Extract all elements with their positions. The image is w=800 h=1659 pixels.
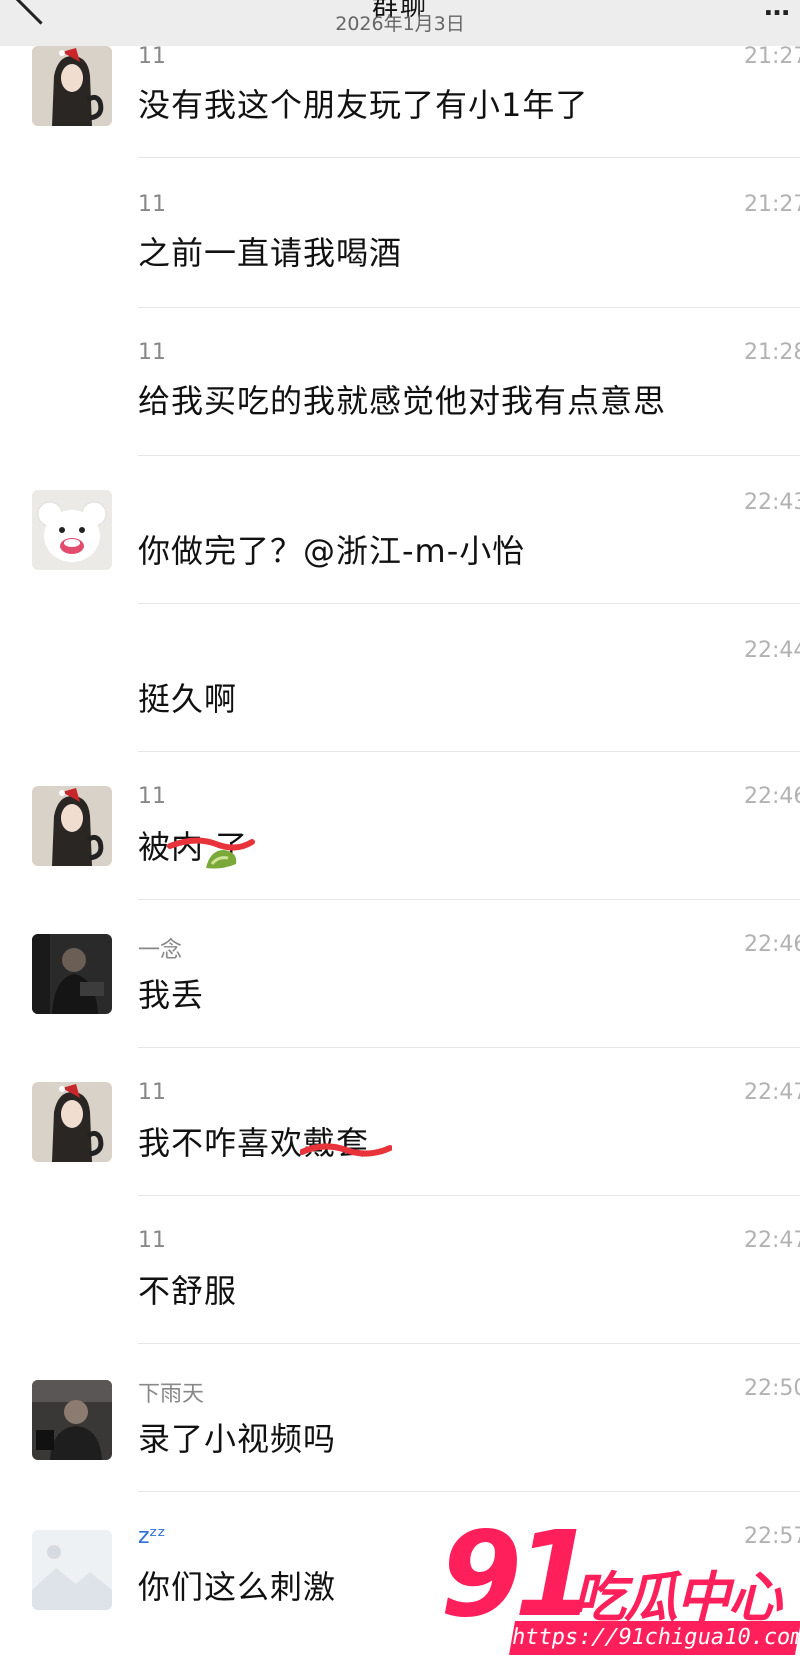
message-time: 21:28: [744, 340, 800, 365]
message-time: 21:27: [744, 44, 800, 69]
message-text: 录了小视频吗: [138, 1420, 337, 1458]
list-item[interactable]: 11 21:28 给我买吃的我就感觉他对我有点意思: [0, 308, 800, 456]
sender-name: 11: [138, 192, 166, 217]
avatar[interactable]: [32, 490, 112, 570]
list-item[interactable]: 22:44 挺久啊: [0, 604, 800, 752]
watermark-url: https://91chigua10.com: [509, 1621, 800, 1655]
sender-name: 11: [138, 44, 166, 69]
sender-name: 一念: [138, 938, 183, 963]
avatar[interactable]: [32, 786, 112, 866]
list-item[interactable]: 11 22:46 被内 了: [0, 752, 800, 900]
message-time: 22:46: [744, 784, 800, 809]
message-time: 22:47: [744, 1080, 800, 1105]
girl-avatar-icon: [32, 1082, 112, 1162]
sender-name: 11: [138, 1080, 166, 1105]
sender-name: 11: [138, 340, 166, 365]
watermark-logo: 91 吃瓜中心 https://91chigua10.com: [440, 1515, 800, 1659]
list-item[interactable]: 11 22:47 我不咋喜欢戴套: [0, 1048, 800, 1196]
redaction-scribble-icon: [300, 1143, 392, 1157]
person-avatar-icon: [32, 934, 112, 1014]
message-text: 你做完了？@浙江-m-小怡: [138, 532, 526, 570]
sender-name: 下雨天: [138, 1382, 205, 1407]
message-text: 我丢: [138, 976, 205, 1014]
avatar[interactable]: [32, 46, 112, 126]
girl-avatar-icon: [32, 46, 112, 126]
message-time: 22:50: [744, 1376, 800, 1401]
message-time: 22:46: [744, 932, 800, 957]
avatar[interactable]: [32, 1530, 112, 1610]
sender-name: 11: [138, 784, 166, 809]
list-item[interactable]: 11 22:47 不舒服: [0, 1196, 800, 1344]
message-text: 你们这么刺激: [138, 1568, 337, 1606]
message-time: 21:27: [744, 192, 800, 217]
message-text: 不舒服: [138, 1272, 238, 1310]
list-item[interactable]: 11 21:27 没有我这个朋友玩了有小1年了: [0, 10, 800, 158]
watermark-number: 91: [440, 1505, 596, 1643]
avatar[interactable]: [32, 1082, 112, 1162]
message-text: 挺久啊: [138, 680, 238, 718]
message-text: 给我买吃的我就感觉他对我有点意思: [138, 382, 667, 420]
avatar[interactable]: [32, 934, 112, 1014]
bear-avatar-icon: [32, 490, 112, 570]
list-item[interactable]: 下雨天 22:50 录了小视频吗: [0, 1344, 800, 1492]
message-text: 没有我这个朋友玩了有小1年了: [138, 86, 589, 124]
image-placeholder-icon: [32, 1530, 112, 1610]
list-item[interactable]: 一念 22:46 我丢: [0, 900, 800, 1048]
avatar[interactable]: [32, 1380, 112, 1460]
sender-name: zᶻᶻ: [138, 1524, 166, 1549]
redaction-scribble-icon: [167, 837, 255, 869]
sender-name: 11: [138, 1228, 166, 1253]
message-time: 22:47: [744, 1228, 800, 1253]
girl-avatar-icon: [32, 786, 112, 866]
message-text: 之前一直请我喝酒: [138, 234, 403, 272]
message-time: 22:43: [744, 490, 800, 515]
list-item[interactable]: 22:43 你做完了？@浙江-m-小怡: [0, 456, 800, 604]
man-in-car-avatar-icon: [32, 1380, 112, 1460]
message-time: 22:44: [744, 638, 800, 663]
divider: [138, 157, 800, 158]
list-item[interactable]: 11 21:27 之前一直请我喝酒: [0, 160, 800, 308]
